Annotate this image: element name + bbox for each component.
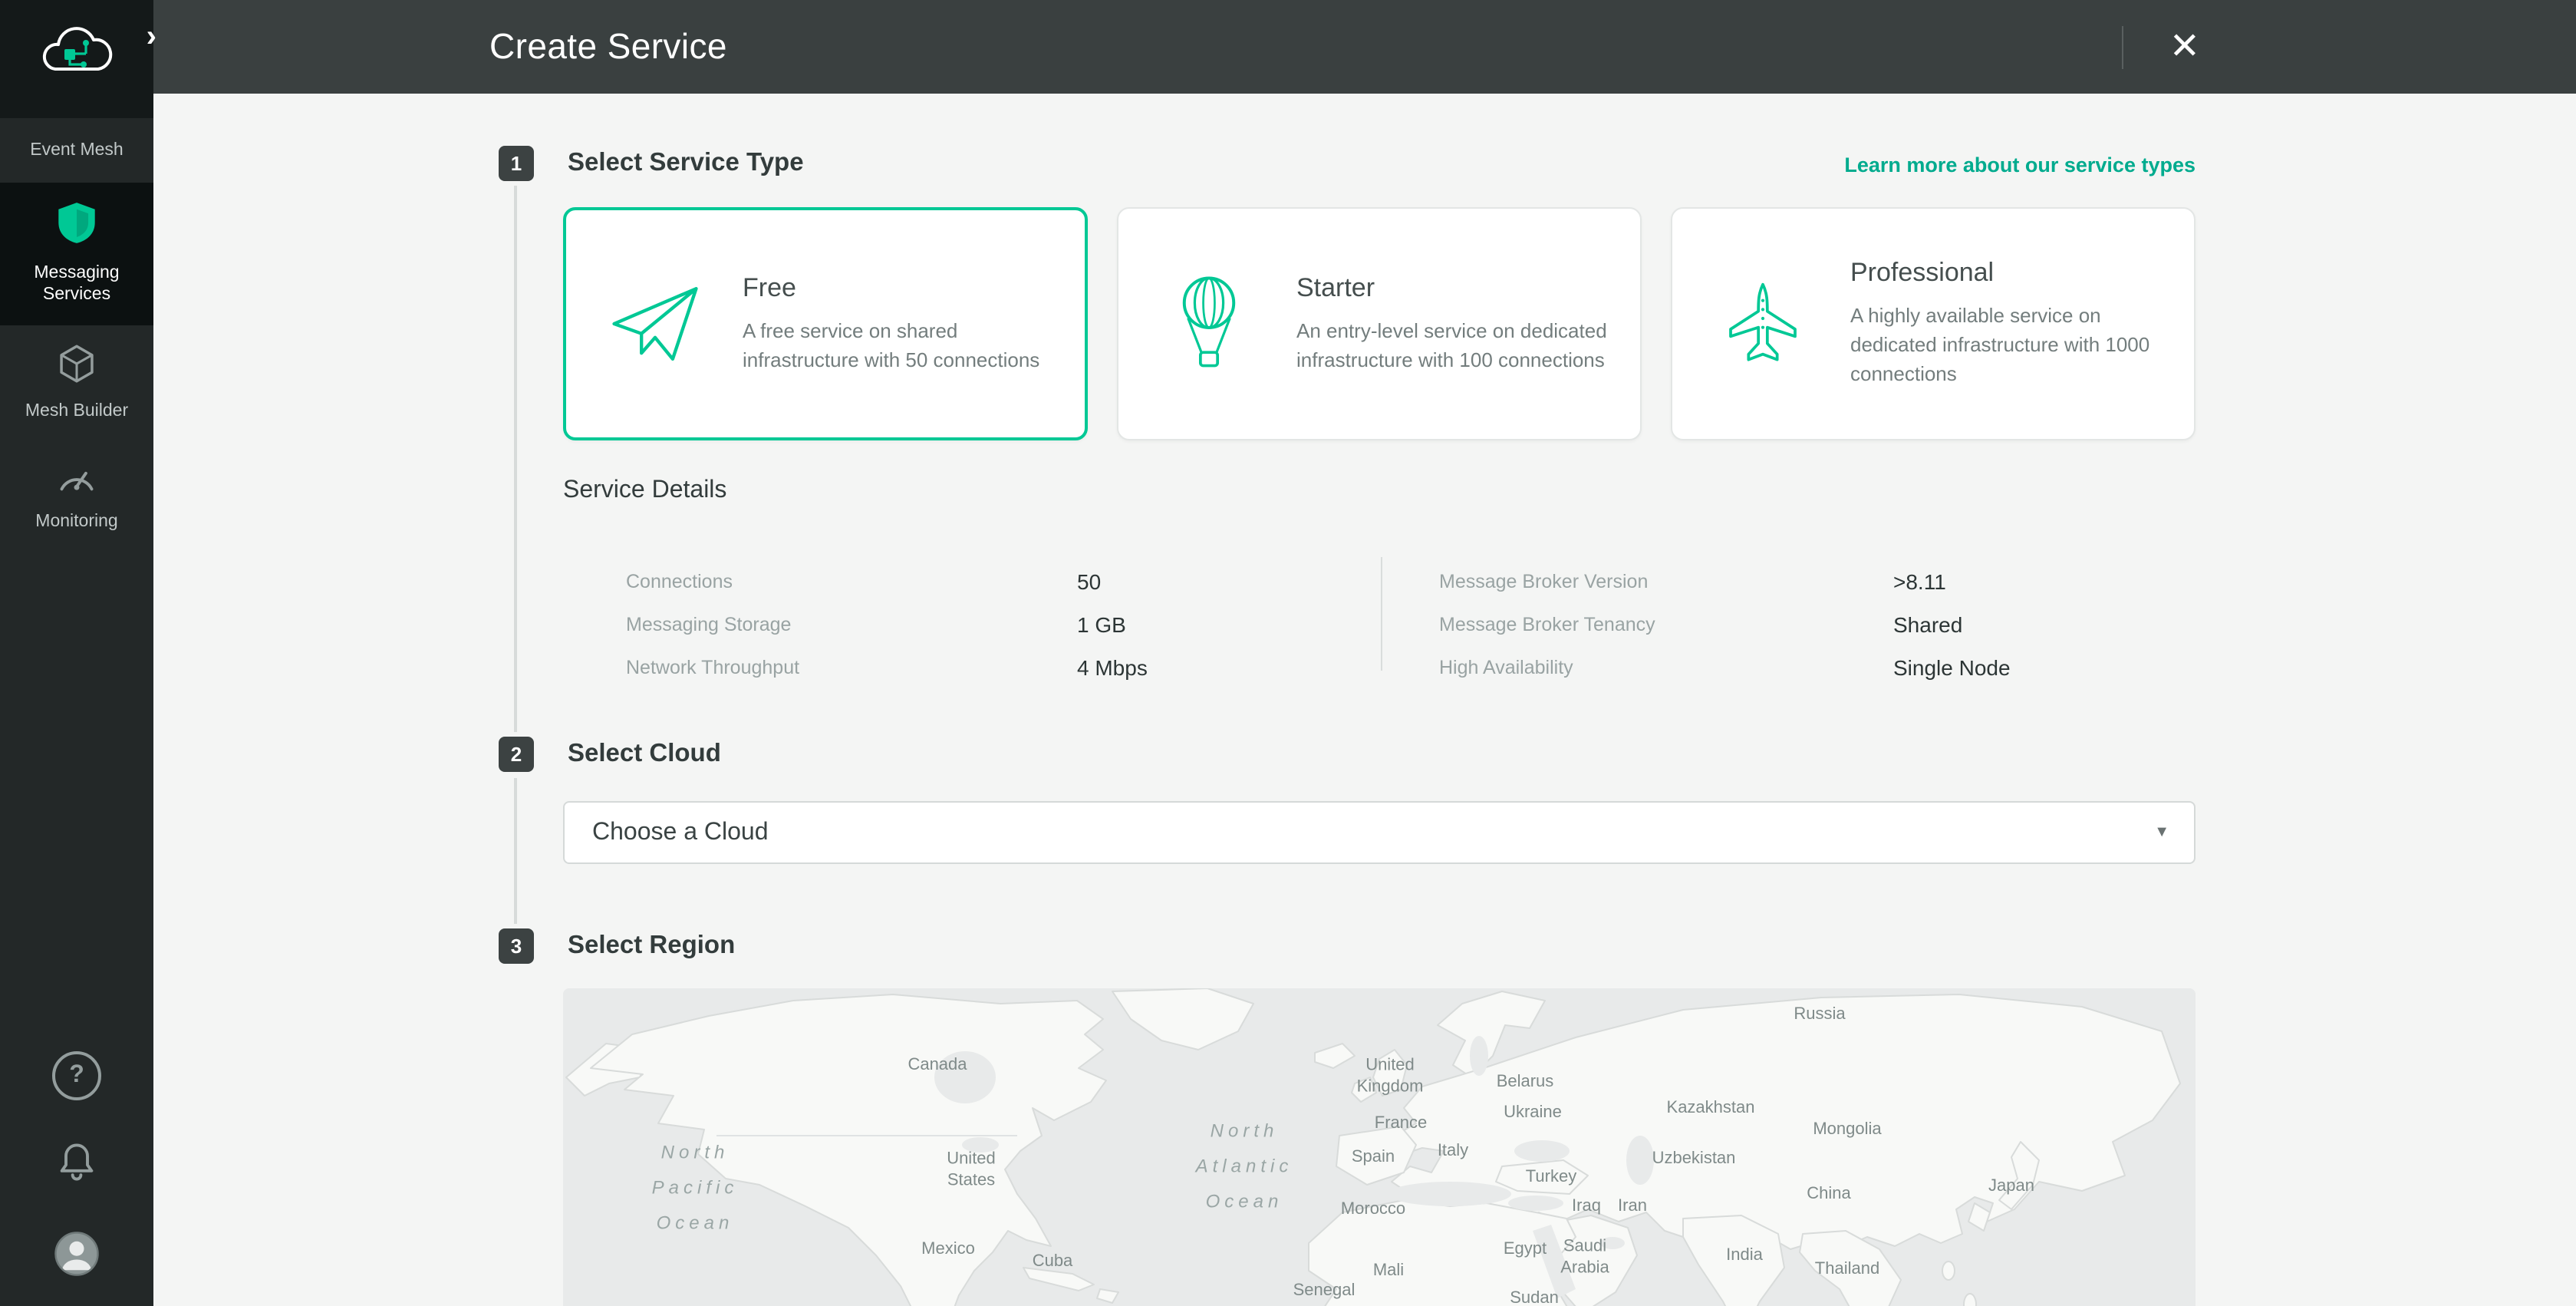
service-type-card-starter[interactable]: Starter An entry-level service on dedica… <box>1117 207 1642 440</box>
detail-value: 50 <box>1077 566 1101 597</box>
sidebar-item-event-mesh[interactable]: Event Mesh <box>0 118 153 183</box>
sidebar-item-messaging-services[interactable]: Messaging Services <box>0 183 153 325</box>
learn-more-link[interactable]: Learn more about our service types <box>1844 150 2196 181</box>
modal-header: Create Service ✕ <box>153 0 2576 94</box>
detail-value: 4 Mbps <box>1077 652 1148 683</box>
service-type-description: A free service on shared infrastructure … <box>743 317 1062 374</box>
region-map[interactable]: North Pacific Ocean North Atlantic Ocean… <box>563 988 2196 1306</box>
header-divider <box>2122 25 2123 68</box>
service-type-description: An entry-level service on dedicated infr… <box>1296 317 1616 374</box>
airplane-icon <box>1706 276 1820 371</box>
cloud-select-value: Choose a Cloud <box>592 819 769 846</box>
service-type-cards: Free A free service on shared infrastruc… <box>563 207 2196 440</box>
solace-cloud-logo <box>40 25 114 94</box>
user-avatar[interactable] <box>54 1231 100 1285</box>
service-type-name: Starter <box>1296 272 1616 303</box>
step-connector-line <box>514 186 517 732</box>
sidebar-bottom: ? <box>0 1051 153 1285</box>
main-content: 1 Select Service Type Learn more about o… <box>153 94 2576 1306</box>
sidebar-item-monitoring[interactable]: Monitoring <box>0 441 153 552</box>
hexagon-cube-icon <box>57 343 97 390</box>
sidebar-item-label: Mesh Builder <box>25 401 128 423</box>
detail-label: Message Broker Version <box>1439 566 1648 597</box>
hot-air-balloon-icon <box>1152 276 1266 371</box>
gauge-icon <box>57 460 97 500</box>
detail-label: Message Broker Tenancy <box>1439 609 1655 640</box>
notifications-bell-icon[interactable] <box>57 1140 97 1191</box>
service-type-name: Professional <box>1850 258 2169 289</box>
sidebar-expand-icon[interactable]: › <box>147 21 156 52</box>
card-text: Starter An entry-level service on dedica… <box>1296 272 1616 374</box>
sidebar-item-mesh-builder[interactable]: Mesh Builder <box>0 325 153 441</box>
detail-label: Network Throughput <box>626 652 799 683</box>
card-text: Professional A highly available service … <box>1850 258 2169 389</box>
step-1-badge: 1 <box>499 146 534 181</box>
sidebar-item-label: Monitoring <box>35 510 117 533</box>
sidebar-item-label: Messaging Services <box>6 262 147 307</box>
step-2-title: Select Cloud <box>568 737 721 772</box>
cloud-select-dropdown[interactable]: Choose a Cloud ▼ <box>563 801 2196 864</box>
detail-label: High Availability <box>1439 652 1573 683</box>
header-right: ✕ <box>2122 22 2212 71</box>
help-glyph: ? <box>69 1062 84 1090</box>
step-number: 1 <box>511 152 522 175</box>
service-type-description: A highly available service on dedicated … <box>1850 302 2169 389</box>
service-details-title: Service Details <box>563 477 726 505</box>
detail-value: Single Node <box>1893 652 2011 683</box>
paper-plane-icon <box>598 281 712 367</box>
service-type-card-free[interactable]: Free A free service on shared infrastruc… <box>563 207 1088 440</box>
shield-icon <box>57 202 97 252</box>
create-service-page: › Event Mesh Messaging Services Mesh Bui… <box>0 0 2576 1306</box>
chevron-down-icon: ▼ <box>2154 824 2169 841</box>
detail-label: Connections <box>626 566 733 597</box>
step-3-badge: 3 <box>499 928 534 964</box>
detail-value: >8.11 <box>1893 566 1946 597</box>
service-type-card-professional[interactable]: Professional A highly available service … <box>1671 207 2196 440</box>
sidebar: › Event Mesh Messaging Services Mesh Bui… <box>0 0 153 1306</box>
detail-label: Messaging Storage <box>626 609 791 640</box>
service-type-name: Free <box>743 272 1062 303</box>
detail-value: 1 GB <box>1077 609 1126 640</box>
sidebar-item-label: Event Mesh <box>30 140 123 162</box>
logo-block: › <box>0 0 153 118</box>
detail-value: Shared <box>1893 609 1962 640</box>
card-text: Free A free service on shared infrastruc… <box>743 272 1062 374</box>
page-title: Create Service <box>489 26 727 68</box>
step-connector-line <box>514 778 517 924</box>
step-2-badge: 2 <box>499 737 534 772</box>
step-number: 3 <box>511 935 522 958</box>
step-3-title: Select Region <box>568 928 735 964</box>
step-number: 2 <box>511 743 522 766</box>
step-1-title: Select Service Type <box>568 146 804 181</box>
close-icon[interactable]: ✕ <box>2157 22 2212 71</box>
help-icon[interactable]: ? <box>52 1051 101 1100</box>
details-divider <box>1381 557 1382 671</box>
